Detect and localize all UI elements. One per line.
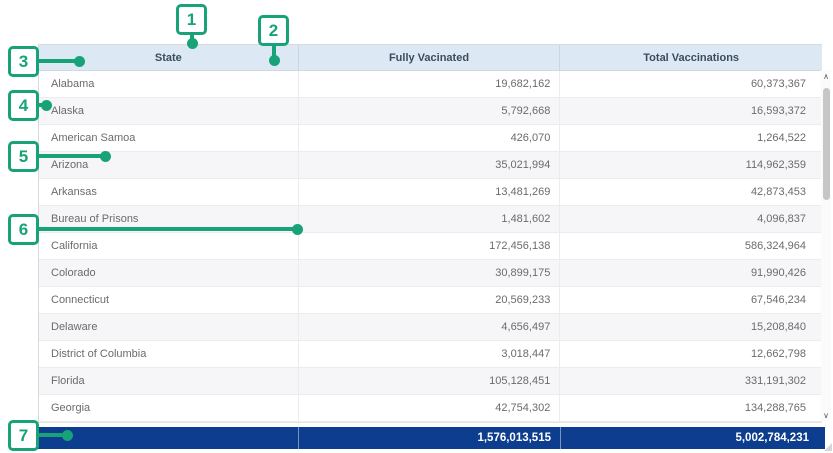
scroll-up-button[interactable]: ∧	[821, 70, 831, 82]
table-row[interactable]: Arkansas 13,481,269 42,873,453	[39, 179, 822, 206]
table-row[interactable]: Colorado 30,899,175 91,990,426	[39, 260, 822, 287]
callout-6-box: 6	[8, 214, 39, 245]
callout-1-box: 1	[176, 4, 207, 35]
table-row[interactable]: Delaware 4,656,497 15,208,840	[39, 314, 822, 341]
state-cell: Alaska	[39, 98, 299, 124]
table-row[interactable]: Alabama 19,682,162 60,373,367	[39, 71, 822, 98]
callout-5-dot	[100, 151, 111, 162]
totals-total-vaccinations-cell: 5,002,784,231	[560, 427, 825, 449]
scroll-down-button[interactable]: ∨	[821, 409, 831, 421]
scrollbar-thumb[interactable]	[823, 88, 830, 200]
resize-grip-icon[interactable]	[824, 443, 832, 451]
total-vaccinations-cell: 331,191,302	[560, 368, 822, 394]
fully-vacinated-cell: 20,569,233	[299, 287, 561, 313]
fully-vacinated-cell: 3,018,447	[299, 341, 561, 367]
callout-4-label: 4	[19, 96, 28, 116]
state-cell: District of Columbia	[39, 341, 299, 367]
table-body: Alabama 19,682,162 60,373,367 Alaska 5,7…	[39, 71, 822, 423]
callout-4-box: 4	[8, 90, 39, 121]
state-cell: American Samoa	[39, 125, 299, 151]
callout-5-connector	[37, 154, 105, 158]
callout-2-dot	[269, 55, 280, 66]
table-row[interactable]: Georgia 42,754,302 134,288,765	[39, 395, 822, 422]
fully-vacinated-cell: 5,792,668	[299, 98, 561, 124]
state-cell: Arkansas	[39, 179, 299, 205]
state-cell: Florida	[39, 368, 299, 394]
callout-3-dot	[74, 56, 85, 67]
total-vaccinations-cell: 134,288,765	[560, 395, 822, 421]
fully-vacinated-cell: 19,682,162	[299, 71, 561, 97]
chevron-down-icon: ∨	[823, 411, 829, 420]
callout-6-connector	[37, 227, 297, 231]
callout-2-box: 2	[258, 15, 289, 46]
callout-1-dot	[187, 38, 198, 49]
state-cell: California	[39, 233, 299, 259]
totals-fully-vacinated-cell: 1,576,013,515	[298, 427, 560, 449]
table-row[interactable]: District of Columbia 3,018,447 12,662,79…	[39, 341, 822, 368]
fully-vacinated-cell: 13,481,269	[299, 179, 561, 205]
callout-2-label: 2	[269, 21, 278, 41]
callout-3-box: 3	[8, 46, 39, 77]
state-cell: Delaware	[39, 314, 299, 340]
total-vaccinations-cell: 12,662,798	[560, 341, 822, 367]
chevron-up-icon: ∧	[823, 72, 829, 81]
callout-7-label: 7	[19, 426, 28, 446]
fully-vacinated-cell: 1,481,602	[299, 206, 561, 232]
column-header-fully-vacinated[interactable]: Fully Vacinated	[299, 45, 561, 70]
total-vaccinations-cell: 114,962,359	[560, 152, 822, 178]
vertical-scrollbar[interactable]: ∧ ∨	[821, 70, 831, 421]
table-header: State Fully Vacinated Total Vaccinations	[39, 45, 822, 71]
callout-5-box: 5	[8, 141, 39, 172]
fully-vacinated-cell: 42,754,302	[299, 395, 561, 421]
dashboard-canvas: State Fully Vacinated Total Vaccinations…	[0, 0, 833, 453]
fully-vacinated-cell: 426,070	[299, 125, 561, 151]
table-row[interactable]: California 172,456,138 586,324,964	[39, 233, 822, 260]
table-row[interactable]: Connecticut 20,569,233 67,546,234	[39, 287, 822, 314]
state-cell: Georgia	[39, 395, 299, 421]
total-vaccinations-cell: 91,990,426	[560, 260, 822, 286]
table-row[interactable]: Alaska 5,792,668 16,593,372	[39, 98, 822, 125]
vaccination-table: State Fully Vacinated Total Vaccinations…	[38, 44, 822, 423]
total-vaccinations-cell: 16,593,372	[560, 98, 822, 124]
callout-6-label: 6	[19, 220, 28, 240]
total-vaccinations-cell: 67,546,234	[560, 287, 822, 313]
total-vaccinations-cell: 42,873,453	[560, 179, 822, 205]
total-vaccinations-cell: 586,324,964	[560, 233, 822, 259]
totals-row: 1,576,013,515 5,002,784,231	[38, 427, 825, 449]
callout-5-label: 5	[19, 147, 28, 167]
callout-4-dot	[41, 100, 52, 111]
total-vaccinations-cell: 4,096,837	[560, 206, 822, 232]
state-cell: Connecticut	[39, 287, 299, 313]
state-cell: Alabama	[39, 71, 299, 97]
fully-vacinated-cell: 105,128,451	[299, 368, 561, 394]
total-vaccinations-cell: 60,373,367	[560, 71, 822, 97]
state-cell: Colorado	[39, 260, 299, 286]
table-row[interactable]: Florida 105,128,451 331,191,302	[39, 368, 822, 395]
totals-state-cell	[38, 427, 298, 449]
fully-vacinated-cell: 35,021,994	[299, 152, 561, 178]
callout-7-box: 7	[8, 420, 39, 451]
total-vaccinations-cell: 1,264,522	[560, 125, 822, 151]
fully-vacinated-cell: 172,456,138	[299, 233, 561, 259]
callout-3-label: 3	[19, 52, 28, 72]
callout-7-dot	[62, 430, 73, 441]
table-row[interactable]: American Samoa 426,070 1,264,522	[39, 125, 822, 152]
fully-vacinated-cell: 4,656,497	[299, 314, 561, 340]
column-header-total-vaccinations[interactable]: Total Vaccinations	[560, 45, 822, 70]
callout-3-connector	[37, 59, 79, 63]
total-vaccinations-cell: 15,208,840	[560, 314, 822, 340]
fully-vacinated-cell: 30,899,175	[299, 260, 561, 286]
callout-1-label: 1	[187, 10, 196, 30]
callout-6-dot	[292, 224, 303, 235]
table-row[interactable]: Arizona 35,021,994 114,962,359	[39, 152, 822, 179]
